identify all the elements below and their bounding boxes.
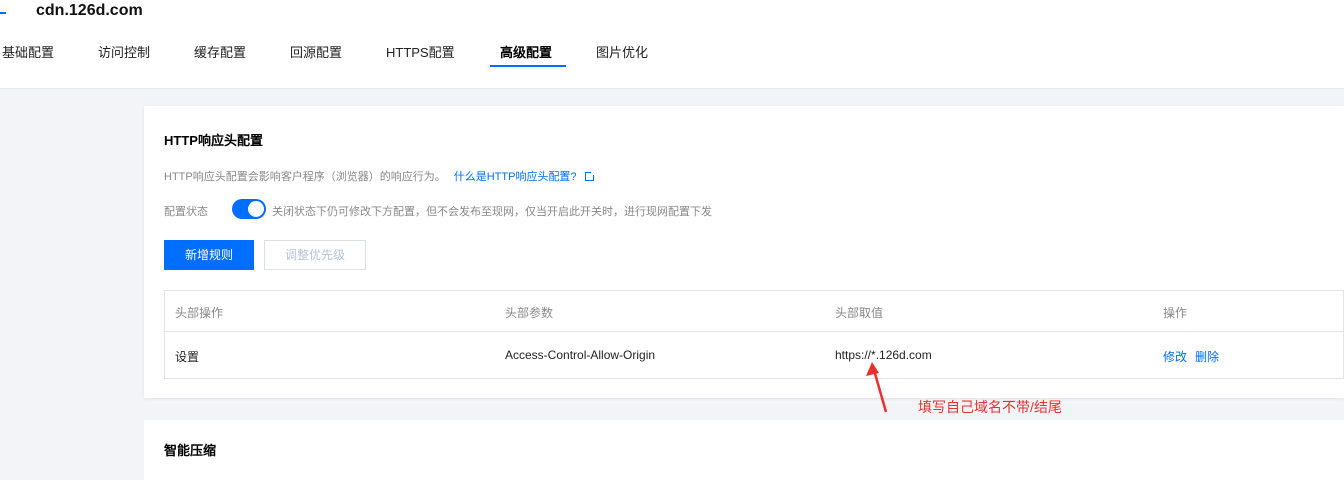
column-header-operation: 头部操作 [175,306,224,320]
adjust-priority-button: 调整优先级 [264,240,366,270]
status-hint: 关闭状态下仍可修改下方配置，但不会发布至现网，仅当开启此开关时，进行现网配置下发 [272,206,712,218]
card-description: HTTP响应头配置会影响客户程序（浏览器）的响应行为。 什么是HTTP响应头配置? [164,168,595,184]
http-header-config-card: HTTP响应头配置 HTTP响应头配置会影响客户程序（浏览器）的响应行为。 什么是… [144,106,1344,398]
cell-param: Access-Control-Allow-Origin [505,348,656,362]
column-header-actions: 操作 [1163,306,1188,320]
column-header-value: 头部取值 [835,306,884,320]
status-label: 配置状态 [164,206,208,218]
toggle-knob [248,201,264,217]
delete-link[interactable]: 删除 [1195,350,1219,364]
annotation-arrow-icon [866,362,888,413]
tab-image-optimization[interactable]: 图片优化 [596,42,648,67]
active-tab-indicator [490,65,566,67]
cell-operation: 设置 [175,350,200,364]
help-link[interactable]: 什么是HTTP响应头配置? [454,171,577,183]
description-text: HTTP响应头配置会影响客户程序（浏览器）的响应行为。 [164,171,446,183]
smart-compression-card: 智能压缩 [144,420,1344,480]
top-header: cdn.126d.com 基础配置 访问控制 缓存配置 回源配置 HTTPS配置… [0,0,1344,89]
card-title: HTTP响应头配置 [164,133,263,148]
tab-origin[interactable]: 回源配置 [290,42,342,67]
header-rules-table: 头部操作 头部参数 头部取值 操作 设置 Access-Control-Allo… [164,290,1344,379]
tab-cache[interactable]: 缓存配置 [194,42,246,67]
column-header-param: 头部参数 [505,306,554,320]
tab-https[interactable]: HTTPS配置 [386,42,455,67]
tab-advanced[interactable]: 高级配置 [500,42,552,67]
table-header: 头部操作 头部参数 头部取值 操作 [165,291,1343,332]
back-arrow-icon[interactable] [0,12,6,14]
cell-actions: 修改 删除 [1163,348,1227,365]
tab-access-control[interactable]: 访问控制 [98,42,150,67]
edit-link[interactable]: 修改 [1163,350,1187,364]
add-rule-button[interactable]: 新增规则 [164,240,254,270]
tab-basic[interactable]: 基础配置 [2,42,54,67]
external-link-icon[interactable] [584,171,595,181]
domain-title: cdn.126d.com [36,2,143,19]
config-status-toggle[interactable] [232,199,266,219]
annotation-text: 填写自己域名不带/结尾 [918,399,1062,415]
cell-value: https://*.126d.com [835,348,932,362]
card2-title: 智能压缩 [164,443,217,458]
